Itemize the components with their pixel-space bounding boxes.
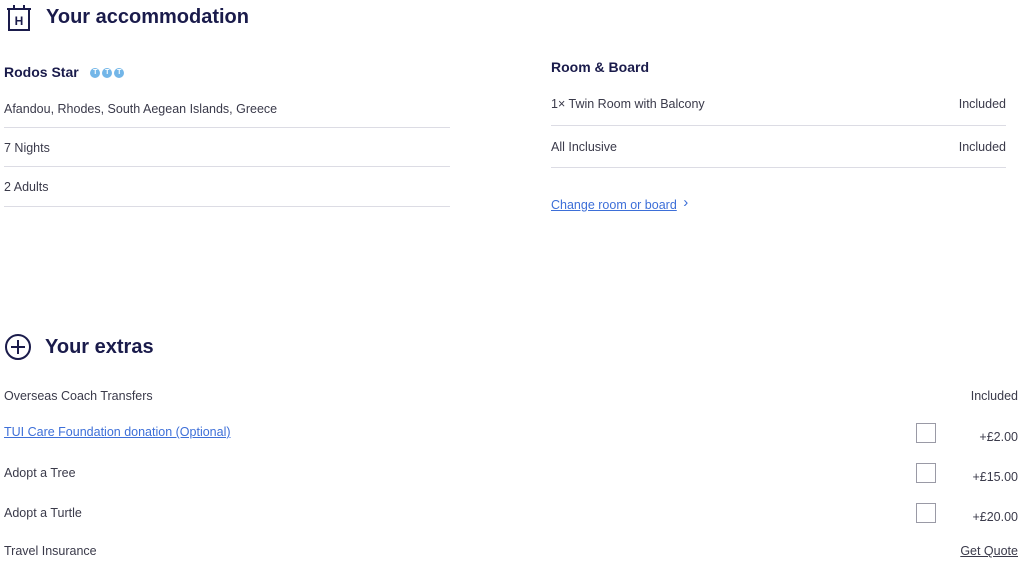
adopt-tree-checkbox[interactable]	[916, 463, 936, 483]
tui-care-donation-checkbox[interactable]	[916, 423, 936, 443]
extra-coach-transfers: Overseas Coach Transfers	[4, 389, 153, 403]
change-room-link[interactable]: Change room or board ›	[551, 194, 688, 213]
divider	[4, 166, 450, 167]
travel-insurance-get-quote-link[interactable]: Get Quote	[960, 544, 1018, 558]
tui-rating-dot-icon: T	[90, 67, 101, 78]
plus-circle-icon	[4, 333, 32, 361]
hotel-name-row: Rodos Star T T T	[4, 64, 125, 80]
room-type: 1× Twin Room with Balcony	[551, 97, 705, 111]
svg-text:H: H	[15, 14, 24, 28]
rating-badges: T T T	[90, 67, 125, 78]
extras-heading: Your extras	[45, 336, 154, 358]
board-type-status: Included	[958, 140, 1006, 154]
extra-adopt-turtle-price: +£20.00	[972, 510, 1018, 524]
extra-tui-care-donation-link[interactable]: TUI Care Foundation donation (Optional)	[4, 425, 231, 439]
tui-rating-dot-icon: T	[102, 67, 113, 78]
extra-adopt-tree: Adopt a Tree	[4, 466, 76, 480]
extra-tui-care-donation-price: +£2.00	[979, 430, 1018, 444]
hotel-location: Afandou, Rhodes, South Aegean Islands, G…	[4, 102, 278, 116]
divider	[551, 167, 1006, 168]
divider	[4, 206, 450, 207]
adopt-turtle-checkbox[interactable]	[916, 503, 936, 523]
accommodation-heading: Your accommodation	[46, 6, 249, 28]
hotel-icon: H	[6, 4, 32, 32]
extra-coach-transfers-value: Included	[970, 389, 1018, 403]
change-room-link-label[interactable]: Change room or board	[551, 198, 677, 212]
extra-travel-insurance: Travel Insurance	[4, 544, 97, 558]
board-type: All Inclusive	[551, 140, 617, 154]
hotel-name: Rodos Star	[4, 64, 79, 80]
divider	[4, 127, 450, 128]
extra-adopt-turtle: Adopt a Turtle	[4, 506, 82, 520]
chevron-right-icon[interactable]: ›	[683, 194, 688, 211]
room-type-status: Included	[958, 97, 1006, 111]
tui-rating-dot-icon: T	[114, 67, 125, 78]
room-board-title: Room & Board	[551, 59, 649, 75]
hotel-guests: 2 Adults	[4, 180, 49, 194]
hotel-nights: 7 Nights	[4, 141, 50, 155]
extra-adopt-tree-price: +£15.00	[972, 470, 1018, 484]
divider	[551, 125, 1006, 126]
